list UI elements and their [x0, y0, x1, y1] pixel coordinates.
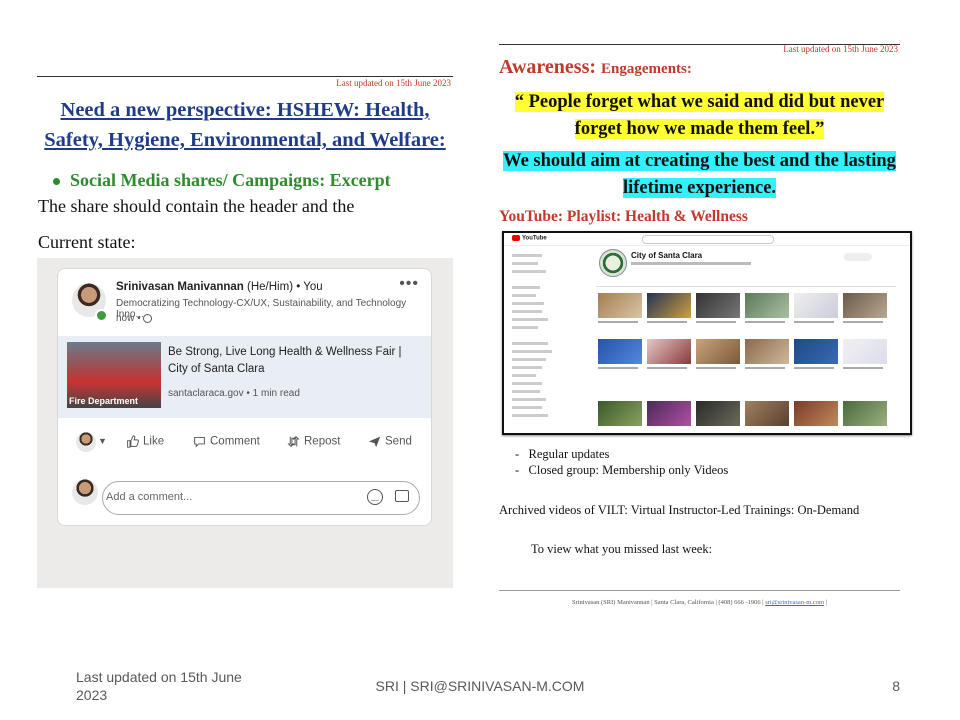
- actor-avatar[interactable]: [76, 432, 96, 452]
- video-thumbnail: [843, 293, 887, 318]
- footer-text: Srinivasan (SRI) Manivannan | Santa Clar…: [571, 599, 764, 606]
- slide-footer-date: Last updated on 15th June 2023: [76, 669, 242, 703]
- thumbs-up-icon: [127, 435, 139, 448]
- view-missed-text: To view what you missed last week:: [531, 542, 713, 556]
- regular-updates-text: Regular updates: [528, 447, 610, 461]
- channel-tabs: [596, 281, 896, 287]
- youtube-search-input: [642, 235, 774, 244]
- thumbnail-caption: Fire Department: [69, 396, 139, 406]
- author-name-line: Srinivasan Manivannan (He/Him) • You: [116, 281, 323, 293]
- repost-button[interactable]: Repost: [287, 435, 340, 448]
- video-thumbnail: [794, 293, 838, 318]
- youtube-topbar: YouTube: [504, 233, 910, 246]
- video-thumbnail: [696, 401, 740, 426]
- video-thumbnail: [647, 293, 691, 318]
- slide-footer-center: SRI | SRI@SRINIVASAN-M.COM: [375, 678, 585, 694]
- closed-group-text: Closed group: Membership only Videos: [528, 463, 729, 477]
- link-title[interactable]: Be Strong, Live Long Health & Wellness F…: [168, 344, 418, 378]
- city-seal-avatar: [599, 249, 627, 277]
- image-icon[interactable]: [395, 490, 409, 502]
- video-thumbnail: [794, 339, 838, 364]
- author-pronoun: (He/Him) • You: [247, 281, 323, 293]
- subscribe-button: [844, 253, 872, 261]
- repost-label: Repost: [304, 435, 341, 448]
- video-thumbnail: [843, 339, 887, 364]
- linkedin-post-card: Srinivasan Manivannan (He/Him) • You Dem…: [57, 268, 432, 526]
- last-updated-note: Last updated on 15th June 2023: [336, 78, 451, 88]
- channel-subtitle: [631, 262, 751, 265]
- youtube-logo: YouTube: [512, 235, 547, 242]
- channel-name: City of Santa Clara: [631, 251, 703, 260]
- comment-placeholder: Add a comment...: [106, 491, 193, 503]
- link-source: santaclaraca.gov • 1 min read: [168, 388, 300, 399]
- top-rule: [37, 76, 453, 77]
- list-item-closed-group: - Closed group: Membership only Videos: [515, 463, 729, 477]
- video-thumbnail: [745, 339, 789, 364]
- link-preview[interactable]: Fire Department Be Strong, Live Long Hea…: [58, 336, 431, 418]
- video-thumbnail: [647, 401, 691, 426]
- video-thumbnail: [794, 401, 838, 426]
- video-thumbnail: [696, 293, 740, 318]
- globe-icon: [143, 313, 153, 323]
- author-name[interactable]: Srinivasan Manivannan: [116, 281, 244, 293]
- quote-text: “ People forget what we said and did but…: [514, 92, 885, 139]
- more-options-icon[interactable]: •••: [399, 275, 419, 293]
- footer-rule: [499, 590, 900, 591]
- aim-block: We should aim at creating the best and t…: [499, 148, 900, 202]
- video-thumbnail: [745, 401, 789, 426]
- video-thumbnail: [598, 401, 642, 426]
- video-thumbnail: [647, 339, 691, 364]
- like-label: Like: [143, 435, 165, 448]
- current-state-label: Current state:: [38, 232, 136, 252]
- youtube-heading: YouTube: Playlist: Health & Wellness: [499, 208, 748, 225]
- youtube-sidebar: [504, 246, 584, 433]
- video-thumbnail: [696, 339, 740, 364]
- send-label: Send: [385, 435, 412, 448]
- aim-text: We should aim at creating the best and t…: [503, 151, 896, 198]
- slide-page-number: 8: [892, 678, 900, 694]
- archived-videos-text: Archived videos of VILT: Virtual Instruc…: [499, 503, 860, 517]
- list-item-regular-updates: - Regular updates: [515, 447, 610, 461]
- send-button[interactable]: Send: [368, 435, 412, 448]
- quote-block: “ People forget what we said and did but…: [499, 89, 900, 143]
- author-tagline: Democratizing Technology-CX/UX, Sustaina…: [116, 298, 407, 320]
- post-meta: now •: [116, 313, 153, 324]
- share-text: The share should contain the header and …: [38, 196, 355, 216]
- youtube-logo-text: YouTube: [522, 235, 547, 242]
- document-heading: Need a new perspective: HSHEW: Health, S…: [44, 99, 446, 151]
- emoji-icon[interactable]: ‿: [367, 489, 383, 505]
- bullet-text: Social Media shares/ Campaigns: Excerpt: [70, 170, 391, 190]
- bullet-dot: [53, 178, 60, 186]
- youtube-channel-screenshot[interactable]: YouTube City of Santa Clara: [502, 231, 912, 435]
- engagements-label: Engagements:: [601, 61, 692, 77]
- caret-down-icon[interactable]: ▼: [98, 436, 107, 446]
- document-footer: Srinivasan (SRI) Manivannan | Santa Clar…: [499, 599, 900, 606]
- awareness-label: Awareness:: [499, 56, 597, 78]
- footer-end: |: [825, 599, 828, 606]
- online-status-dot: [95, 309, 108, 322]
- footer-email-link[interactable]: sri@srinivasan-m.com: [765, 599, 824, 606]
- video-thumbnail: [745, 293, 789, 318]
- bullet-social-media: Social Media shares/ Campaigns: Excerpt: [53, 170, 391, 191]
- comment-label: Comment: [210, 435, 260, 448]
- commenter-avatar: [72, 479, 98, 505]
- right-document: Last updated on 15th June 2023 Awareness…: [499, 44, 912, 608]
- youtube-play-icon: [512, 235, 520, 241]
- awareness-heading: Awareness: Engagements:: [499, 56, 692, 79]
- fire-truck-thumbnail: Fire Department: [67, 342, 161, 408]
- comment-input[interactable]: Add a comment... ‿: [102, 481, 420, 515]
- video-thumbnail: [598, 339, 642, 364]
- send-icon: [368, 436, 381, 448]
- last-updated-note: Last updated on 15th June 2023: [783, 44, 898, 54]
- comment-button[interactable]: Comment: [193, 435, 260, 448]
- video-thumbnail: [843, 401, 887, 426]
- video-thumbnail: [598, 293, 642, 318]
- post-time: now •: [116, 313, 141, 324]
- comment-icon: [194, 436, 205, 448]
- left-document: Last updated on 15th June 2023 Need a ne…: [37, 76, 453, 588]
- repost-icon: [287, 435, 300, 448]
- like-button[interactable]: Like: [126, 435, 164, 448]
